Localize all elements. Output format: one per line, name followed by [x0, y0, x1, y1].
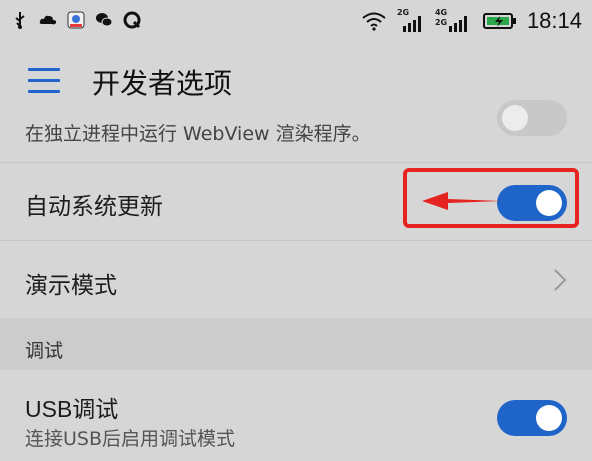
status-bar: 2G 4G 2G 18:14	[0, 0, 592, 40]
demo-mode-row[interactable]: 演示模式	[0, 241, 592, 318]
demo-mode-label: 演示模式	[25, 273, 117, 299]
status-icons-right: 2G 4G 2G 18:14	[361, 8, 582, 34]
chevron-right-icon	[554, 269, 567, 291]
section-title: 调试	[25, 340, 64, 362]
usb-icon	[15, 12, 25, 29]
signal-2g-icon: 2G	[397, 8, 425, 32]
usb-debug-toggle[interactable]	[497, 400, 567, 436]
webview-setting-subtitle: 在独立进程中运行 WebView 渲染程序。	[25, 123, 371, 145]
status-time: 18:14	[526, 8, 582, 33]
battery-charging-icon	[482, 13, 516, 29]
section-header-debug: 调试	[0, 318, 592, 370]
wifi-icon	[362, 12, 386, 31]
page-title: 开发者选项	[92, 67, 233, 100]
menu-icon[interactable]	[28, 68, 60, 93]
video-app-icon	[67, 11, 85, 29]
auto-update-label: 自动系统更新	[25, 194, 163, 220]
annotation-arrow-icon	[422, 192, 502, 210]
usb-debug-label: USB调试	[25, 396, 119, 422]
cloud-icon	[39, 15, 57, 25]
q-app-icon	[123, 11, 141, 29]
wechat-icon	[96, 13, 113, 27]
usb-debug-subtitle: 连接USB后启用调试模式	[25, 428, 236, 450]
status-icons-left	[10, 10, 142, 30]
webview-toggle[interactable]	[497, 100, 567, 136]
signal-4g-icon: 4G 2G	[435, 8, 473, 32]
